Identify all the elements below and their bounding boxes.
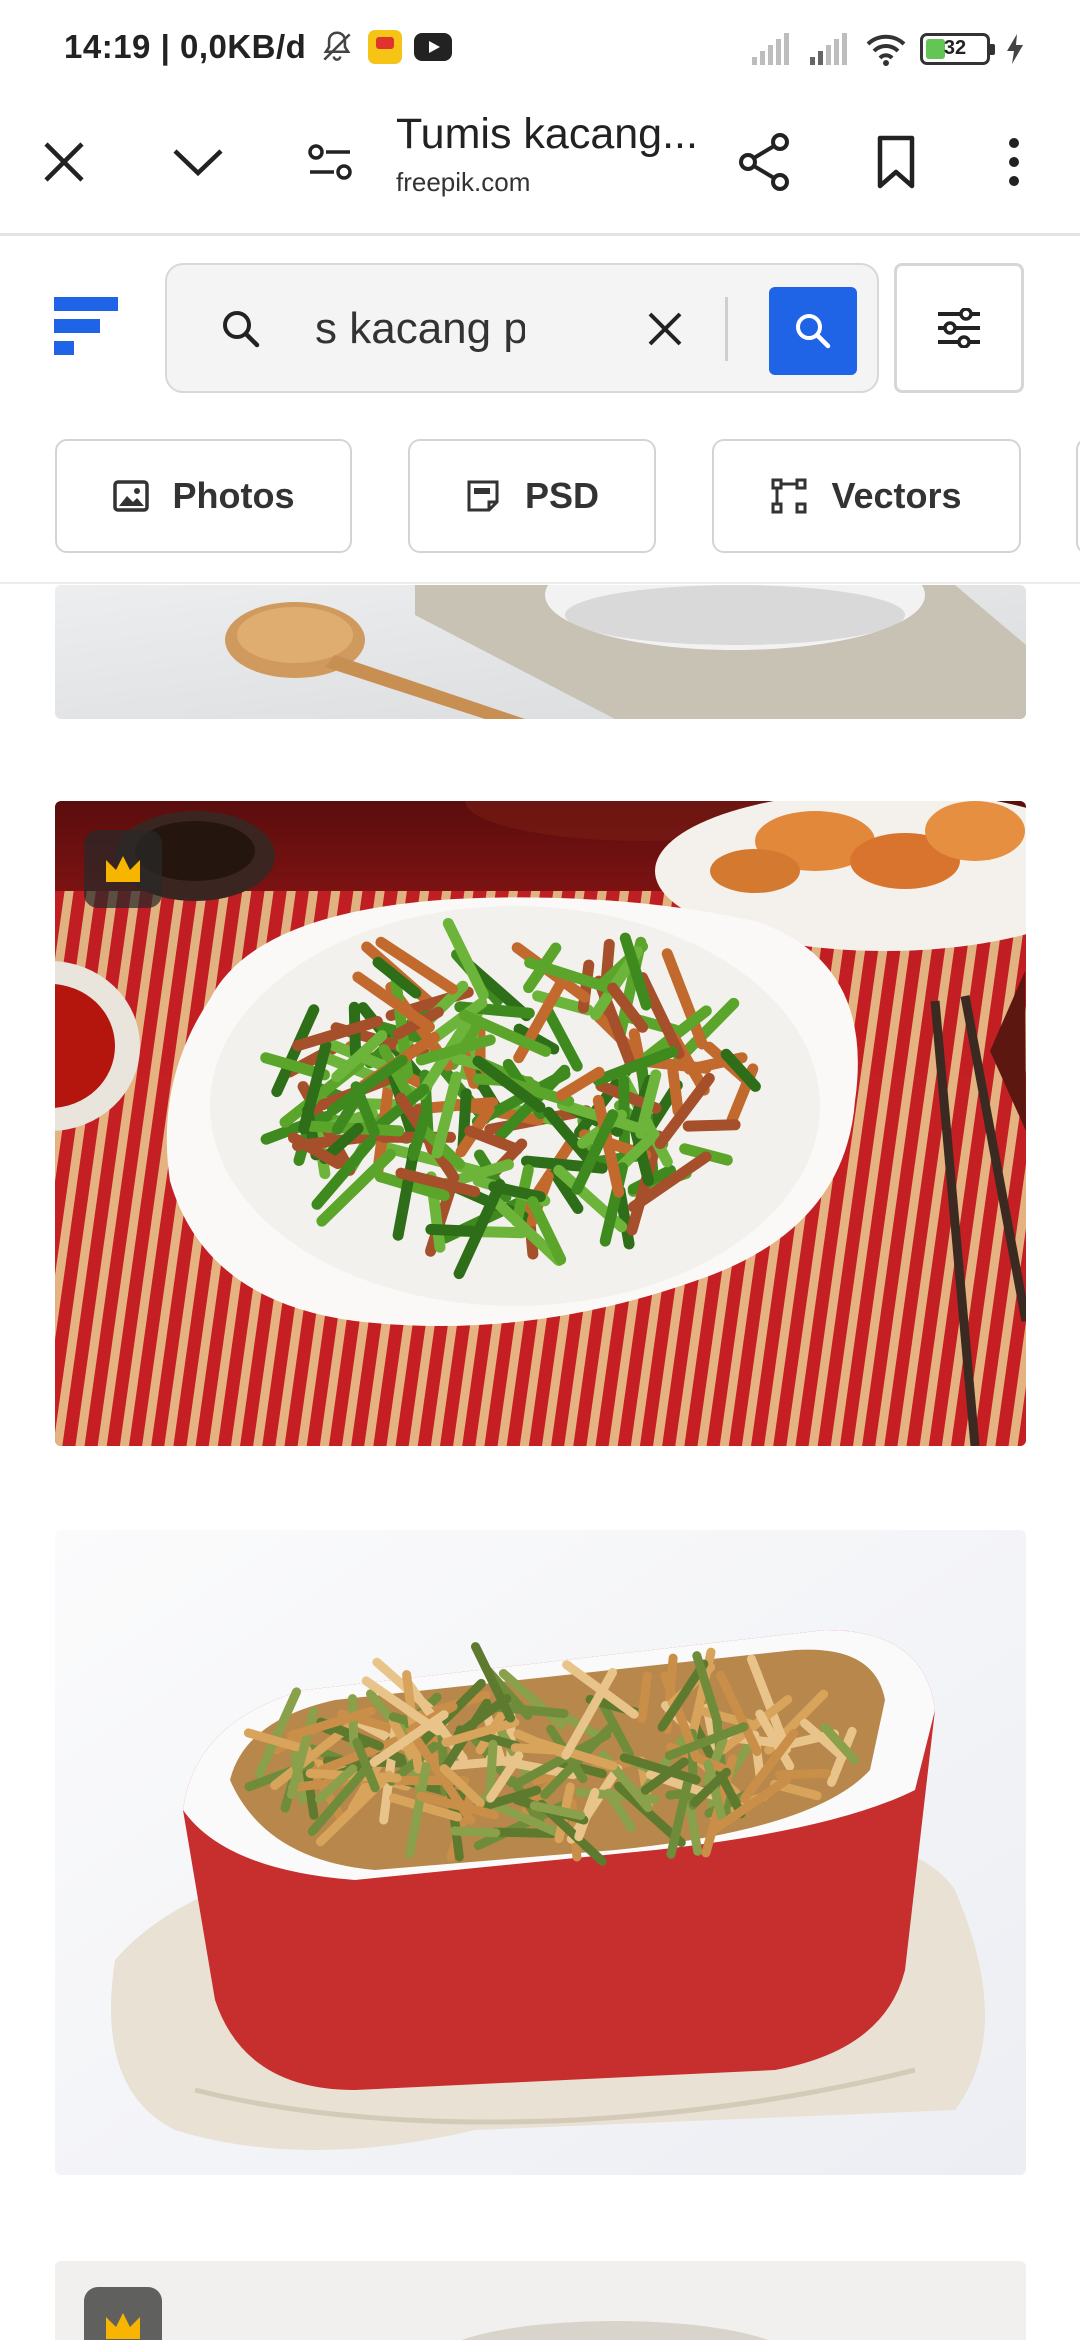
chip-label: Vectors [831,475,962,516]
chip-photos[interactable]: Photos [55,439,352,553]
browser-toolbar: Tumis kacang... freepik.com [0,96,1080,236]
page-title: Tumis kacang... [396,110,698,158]
result-photo-bowl-spoon [55,585,1026,719]
image-results [0,585,1080,2340]
page-domain: freepik.com [396,167,531,197]
chip-vectors[interactable]: Vectors [712,439,1021,553]
page-title-block[interactable]: Tumis kacang... freepik.com [396,110,716,198]
freepik-header: Photos PSD Vectors [0,239,1080,584]
minimize-button[interactable] [162,126,234,198]
sliders-icon [938,308,980,348]
bean-stroke [775,1768,831,1780]
chip-overflow-edge[interactable] [1076,439,1080,553]
share-icon [739,133,789,191]
premium-badge [84,830,162,908]
bean-stroke [637,1671,652,1724]
bean-stroke [449,1826,501,1838]
result-card-4[interactable] [55,2261,1026,2340]
search-submit-button[interactable] [769,287,857,375]
content-type-chips: Photos PSD Vectors [0,439,1080,557]
share-button[interactable] [728,126,800,198]
crown-icon [106,2313,140,2339]
premium-badge [84,2287,162,2340]
image-icon [112,480,149,512]
result-card-1[interactable] [55,585,1026,719]
close-icon [44,142,84,182]
close-tab-button[interactable] [28,126,100,198]
search-icon [223,311,260,348]
signal-2-icon [810,33,847,65]
crown-icon [106,856,140,882]
battery-cap [990,44,995,55]
shopping-app-icon [368,30,403,64]
search-input[interactable] [315,297,525,361]
status-time-speed: 14:19 | 0,0KB/d [64,28,307,65]
bookmark-button[interactable] [860,126,932,198]
bean-stroke [425,1223,478,1237]
tune-icon [308,144,352,180]
filters-button[interactable] [894,263,1024,393]
result-card-3[interactable] [55,1530,1026,2175]
close-icon [648,312,682,346]
bean-stroke [667,1065,684,1117]
status-right: 32 [750,32,1026,66]
wifi-icon [866,34,906,66]
youtube-icon [414,33,453,61]
signal-1-icon [752,33,789,65]
result-card-2[interactable] [55,801,1026,1446]
status-bar: 14:19 | 0,0KB/d 32 [0,0,1080,96]
psd-file-icon [467,480,499,512]
search-divider [725,297,728,361]
result-photo-green-bean-casserole [55,1530,1026,2175]
site-settings-button[interactable] [294,126,366,198]
vector-icon [771,478,807,514]
result-photo-next [55,2261,1026,2340]
charging-icon [1007,34,1023,64]
battery-level: 32 [943,37,967,59]
result-photo-stir-fried-beans [55,801,1026,1446]
bean-stroke [682,1119,741,1132]
more-vert-icon [1009,138,1019,186]
chip-psd[interactable]: PSD [408,439,656,553]
chip-label: PSD [524,475,600,516]
search-bar [165,263,879,393]
chip-label: Photos [172,475,295,516]
chevron-down-icon [173,149,223,177]
notifications-muted-icon [323,31,351,61]
bookmark-icon [877,135,915,189]
clear-search-button[interactable] [641,305,689,353]
battery-indicator: 32 [920,33,995,65]
freepik-logo[interactable] [54,295,118,359]
more-options-button[interactable] [978,126,1050,198]
status-left: 14:19 | 0,0KB/d [64,28,453,66]
search-icon [796,314,831,349]
